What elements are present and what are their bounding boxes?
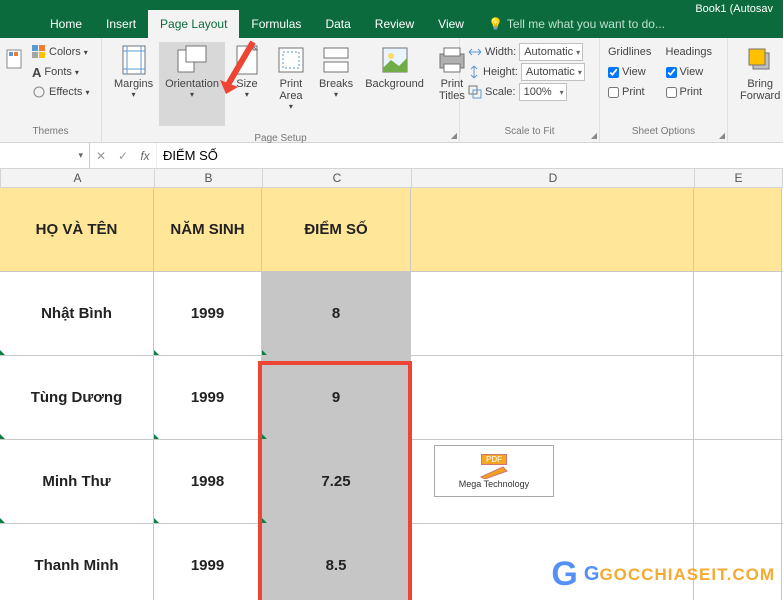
col-header-d[interactable]: D (412, 169, 695, 187)
mega-text: Mega Technology (459, 479, 529, 489)
table-row[interactable]: HỌ VÀ TÊNNĂM SINHĐIỂM SỐ (0, 188, 783, 272)
cell[interactable]: 1998 (154, 440, 262, 523)
tab-page-layout[interactable]: Page Layout (148, 10, 239, 38)
ribbon-tabs: Home Insert Page Layout Formulas Data Re… (0, 10, 783, 38)
height-control[interactable]: Height: Automatic (466, 62, 587, 82)
colors-btn[interactable]: Colors ▾ (30, 42, 91, 62)
cell[interactable] (411, 356, 694, 439)
height-icon (468, 65, 480, 79)
width-control[interactable]: Width: Automatic (466, 42, 587, 62)
pdf-badge: PDF (481, 454, 507, 465)
tab-data[interactable]: Data (313, 10, 362, 38)
cell[interactable] (694, 188, 782, 271)
table-row[interactable]: Nhật Bình19998 (0, 272, 783, 356)
embedded-image[interactable]: PDF Mega Technology (434, 445, 554, 497)
fonts-btn[interactable]: AFonts ▾ (30, 62, 91, 82)
themes-btn[interactable] (6, 42, 26, 74)
cell[interactable]: 8 (262, 272, 411, 355)
tell-me[interactable]: 💡Tell me what you want to do... (476, 10, 677, 38)
bring-forward-btn[interactable]: Bring Forward (734, 42, 783, 126)
cell[interactable]: 1999 (154, 524, 262, 600)
ribbon: Colors ▾ AFonts ▾ Effects ▾ Themes Margi… (0, 38, 783, 143)
watermark: G GGOCCHIASEIT.COM (551, 555, 775, 594)
gridlines-print[interactable]: Print (606, 82, 664, 102)
headings-label: Headings (664, 42, 722, 62)
themes-label: Themes (0, 123, 101, 140)
cell[interactable]: Minh Thư (0, 440, 154, 523)
col-header-b[interactable]: B (155, 169, 263, 187)
cell[interactable]: 1999 (154, 356, 262, 439)
fx-icon[interactable]: fx (134, 149, 156, 163)
scale-label: Scale to Fit (460, 123, 599, 140)
cell[interactable]: 9 (262, 356, 411, 439)
cell[interactable]: ĐIỂM SỐ (262, 188, 411, 271)
breaks-btn[interactable]: Breaks▾ (313, 42, 359, 126)
page-setup-label: Page Setup (102, 130, 459, 147)
scale-launcher[interactable]: ◢ (591, 131, 597, 140)
cell[interactable]: NĂM SINH (154, 188, 262, 271)
tab-home[interactable]: Home (38, 10, 94, 38)
gridlines-label: Gridlines (606, 42, 664, 62)
cell[interactable]: 1999 (154, 272, 262, 355)
headings-print[interactable]: Print (664, 82, 722, 102)
cancel-formula[interactable]: ✕ (90, 149, 112, 163)
sheet-options-label: Sheet Options (600, 123, 727, 140)
headings-view[interactable]: View (664, 62, 722, 82)
name-box[interactable]: ▾ (0, 143, 90, 168)
effects-btn[interactable]: Effects ▾ (30, 82, 91, 102)
orientation-btn[interactable]: Orientation▾ (159, 42, 225, 126)
gridlines-view[interactable]: View (606, 62, 664, 82)
scale-icon (468, 85, 482, 99)
tab-formulas[interactable]: Formulas (239, 10, 313, 38)
background-btn[interactable]: Background (359, 42, 430, 126)
cell[interactable]: 7.25 (262, 440, 411, 523)
bulb-icon: 💡 (488, 17, 503, 31)
tab-view[interactable]: View (426, 10, 476, 38)
scale-control[interactable]: Scale: 100% (466, 82, 587, 102)
width-icon (468, 46, 482, 58)
tab-review[interactable]: Review (363, 10, 426, 38)
print-area-btn[interactable]: Print Area▾ (269, 42, 313, 126)
page-setup-launcher[interactable]: ◢ (451, 131, 457, 140)
cell[interactable]: Tùng Dương (0, 356, 154, 439)
cell[interactable]: 8.5 (262, 524, 411, 600)
cell[interactable] (411, 188, 694, 271)
size-btn[interactable]: Size▾ (225, 42, 269, 126)
cell[interactable] (694, 440, 782, 523)
col-header-e[interactable]: E (695, 169, 783, 187)
pen-icon (479, 465, 509, 479)
cell[interactable] (411, 272, 694, 355)
sheet-launcher[interactable]: ◢ (719, 131, 725, 140)
table-row[interactable]: Tùng Dương19999 (0, 356, 783, 440)
cell[interactable]: HỌ VÀ TÊN (0, 188, 154, 271)
worksheet[interactable]: A B C D E HỌ VÀ TÊNNĂM SINHĐIỂM SỐNhật B… (0, 169, 783, 600)
col-header-a[interactable]: A (1, 169, 155, 187)
col-header-c[interactable]: C (263, 169, 412, 187)
margins-btn[interactable]: Margins▾ (108, 42, 159, 126)
title: Book1 (Autosav (689, 0, 779, 18)
cell[interactable]: Nhật Bình (0, 272, 154, 355)
cell[interactable] (694, 272, 782, 355)
cell[interactable] (694, 356, 782, 439)
cell[interactable]: Thanh Minh (0, 524, 154, 600)
accept-formula[interactable]: ✓ (112, 149, 134, 163)
tab-insert[interactable]: Insert (94, 10, 148, 38)
table-row[interactable]: Minh Thư19987.25 (0, 440, 783, 524)
